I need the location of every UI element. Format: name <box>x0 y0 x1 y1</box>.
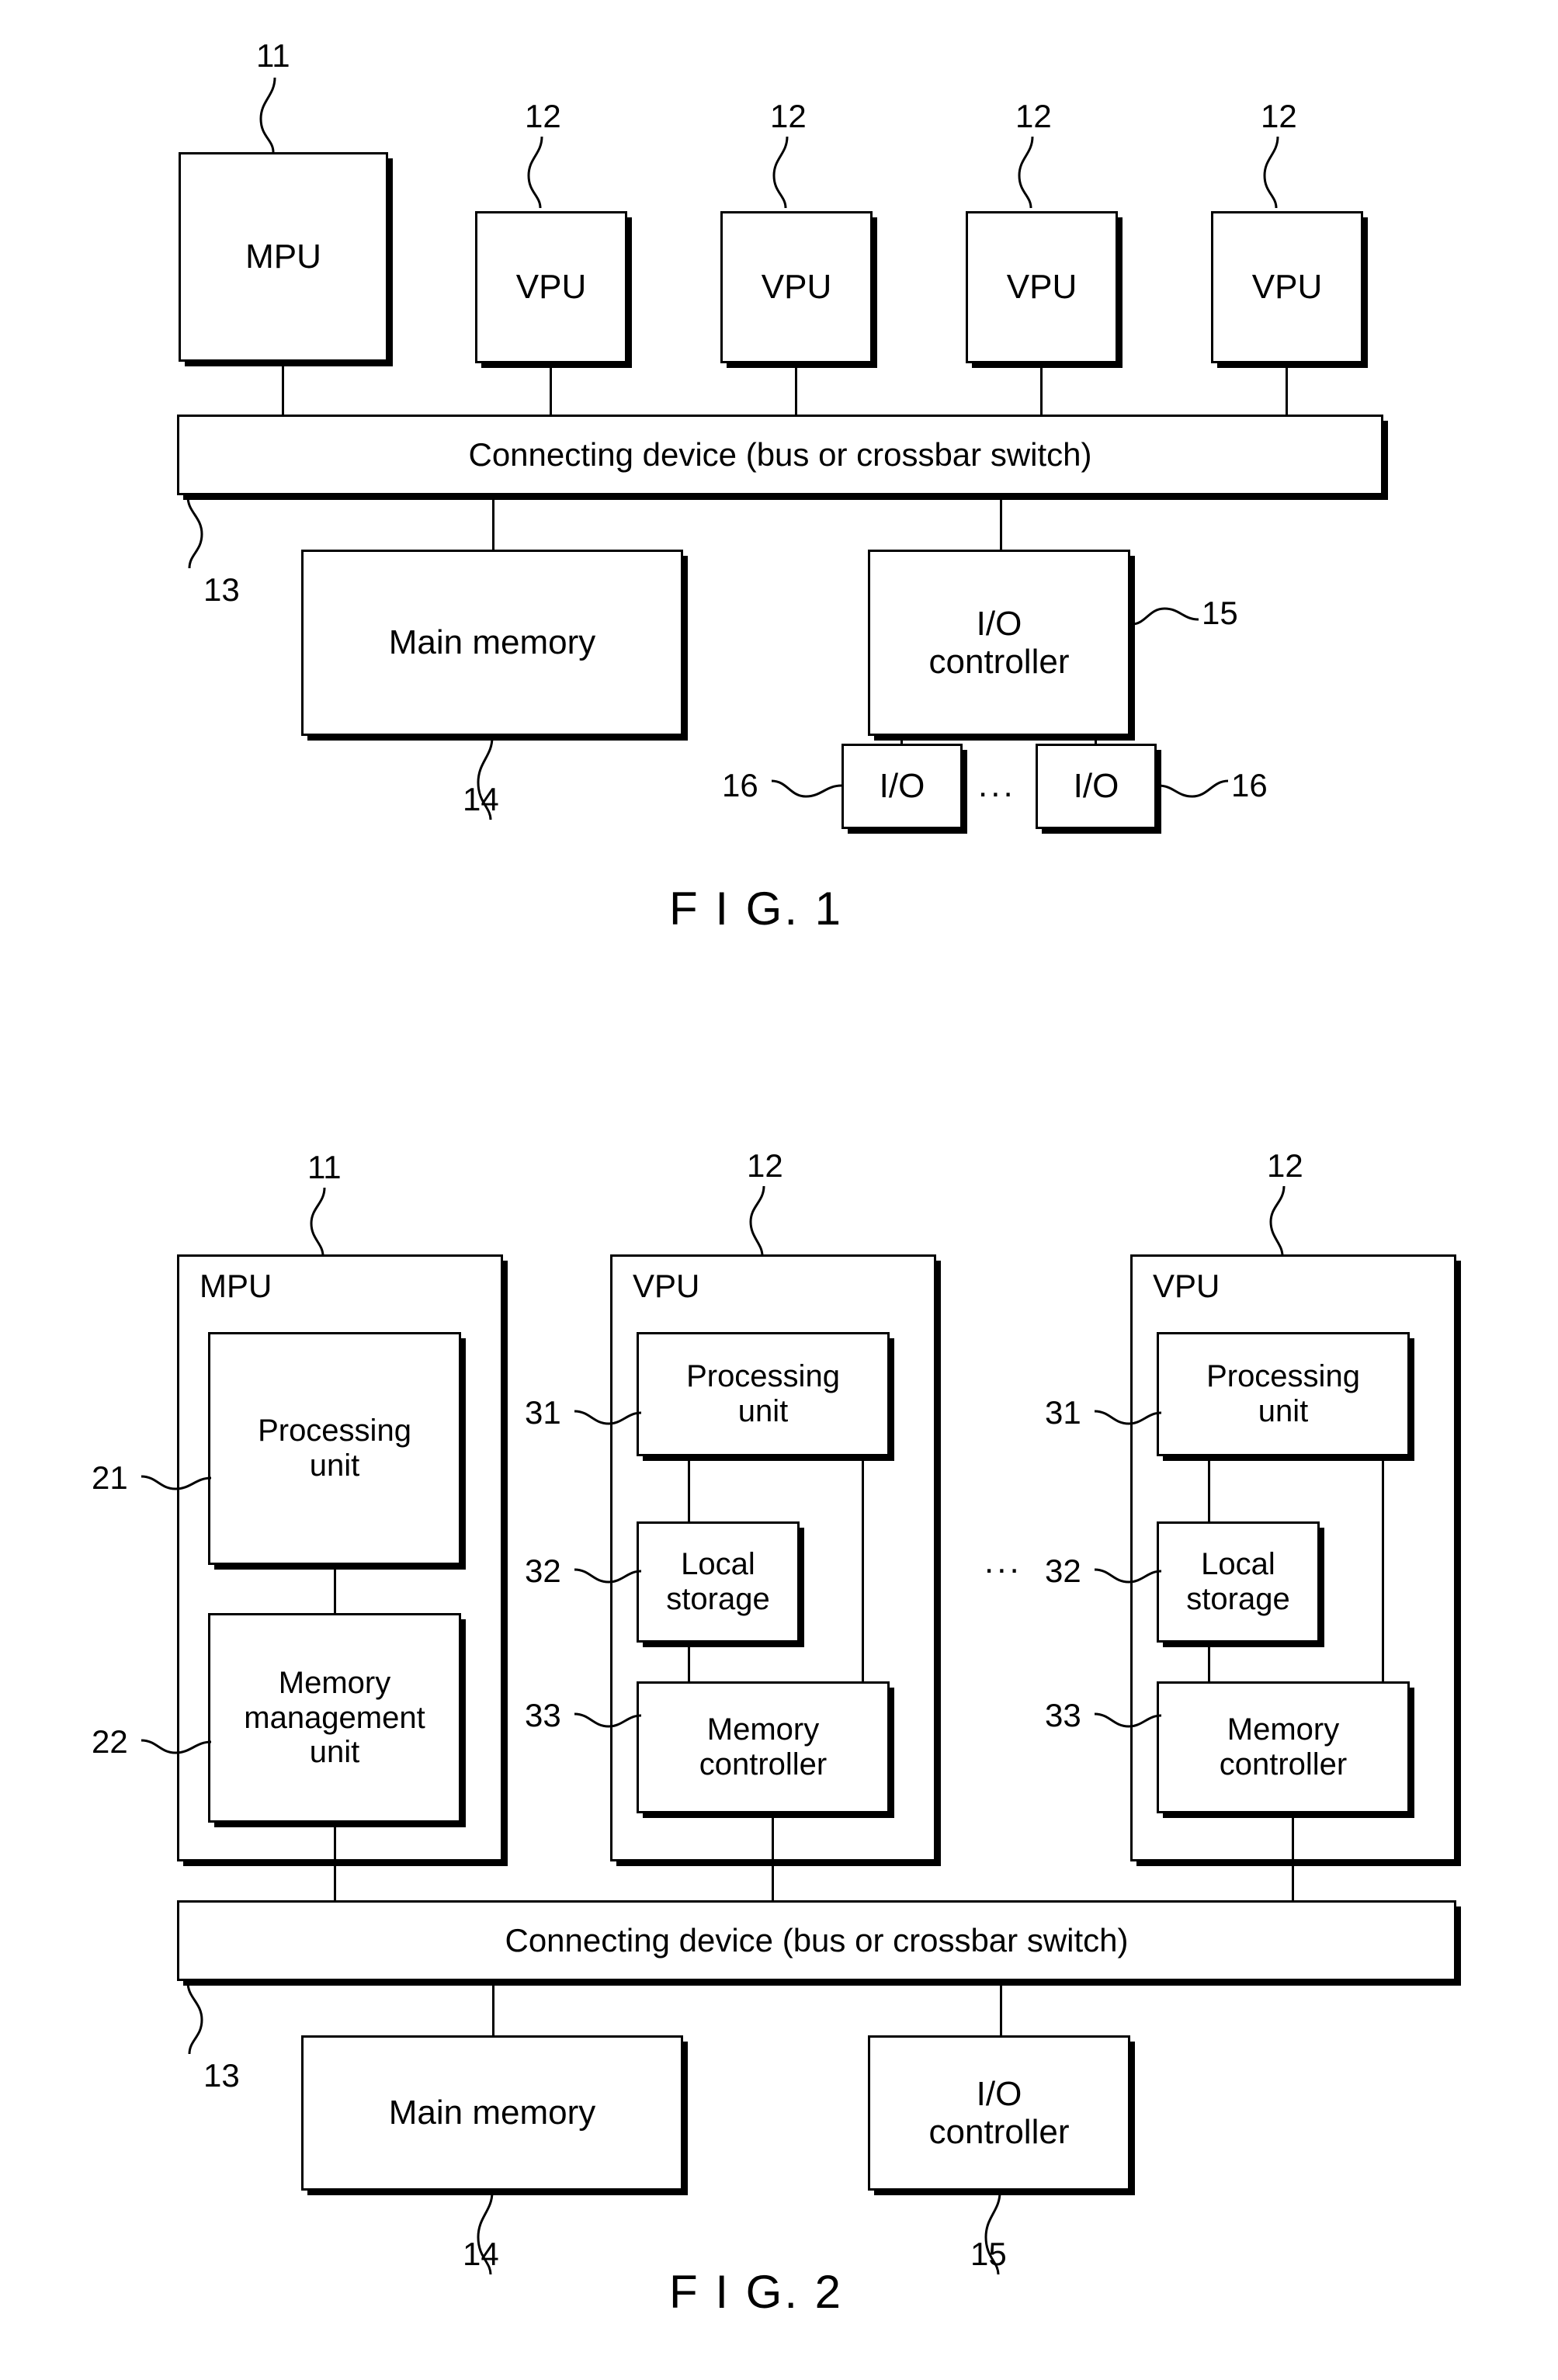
ref-numeral-33-fig2-b: 33 <box>1045 1697 1081 1733</box>
fig2-vpu-1-memory-controller[interactable]: Memory controller <box>637 1681 890 1813</box>
leader-line-22-fig2 <box>141 1739 212 1754</box>
fig2-mpu-bus-wire <box>334 1823 336 1900</box>
fig2-mpu-processing-unit[interactable]: Processing unit <box>208 1332 461 1565</box>
fig2-main-memory[interactable]: Main memory <box>301 2035 683 2191</box>
fig2-vpu-1-memory-controller-line2: controller <box>699 1747 828 1782</box>
leader-line-12-fig2-a <box>749 1185 765 1257</box>
ref-numeral-11-fig2: 11 <box>307 1149 342 1185</box>
ref-numeral-21-fig2: 21 <box>92 1459 128 1496</box>
figure-2: 11 12 12 MPU Processing unit 21 Memory m… <box>0 0 1558 2380</box>
fig2-vpu-2-memory-controller-line2: controller <box>1219 1747 1348 1782</box>
fig2-vpu-2-local-storage-line2: storage <box>1186 1582 1290 1616</box>
fig2-vpu-2-local-storage-line1: Local <box>1201 1547 1275 1582</box>
fig2-vpu-2-processing-unit[interactable]: Processing unit <box>1157 1332 1410 1456</box>
fig2-vpu-2-pu-mc-wire <box>1382 1456 1384 1681</box>
fig2-vpu-1-title: VPU <box>633 1268 700 1304</box>
fig2-vpu-1-processing-unit-line1: Processing <box>686 1359 840 1394</box>
fig2-vpu-1-local-storage[interactable]: Local storage <box>637 1521 800 1643</box>
fig2-mpu-internal-wire <box>334 1565 336 1613</box>
leader-line-11-fig2 <box>310 1187 326 1257</box>
fig2-io-controller-label-line1: I/O <box>976 2074 1022 2113</box>
leader-line-32-fig2-b <box>1094 1568 1162 1584</box>
fig2-vpu-2-pu-ls-wire <box>1208 1456 1210 1521</box>
fig2-vpu-1-pu-mc-wire <box>862 1456 864 1681</box>
fig2-vpu-1-processing-unit[interactable]: Processing unit <box>637 1332 890 1456</box>
fig2-mpu-mmu-line1: Memory <box>278 1665 391 1700</box>
fig2-vpu-1-pu-ls-wire <box>688 1456 690 1521</box>
leader-line-31-fig2-b <box>1094 1410 1162 1425</box>
leader-line-13-fig2 <box>186 1982 203 2055</box>
fig2-mpu-processing-unit-line1: Processing <box>258 1414 411 1448</box>
fig2-caption: F I G. 2 <box>669 2266 844 2318</box>
fig2-io-controller-label-line2: controller <box>928 2113 1070 2151</box>
fig2-mpu-processing-unit-line2: unit <box>309 1448 360 1483</box>
fig2-vpu-2-processing-unit-line1: Processing <box>1206 1359 1360 1394</box>
ref-numeral-13-fig2: 13 <box>203 2057 240 2094</box>
fig2-iocontroller-bus-wire <box>1000 1981 1002 2035</box>
ref-numeral-22-fig2: 22 <box>92 1723 128 1760</box>
fig2-vpu-2-title: VPU <box>1153 1268 1220 1304</box>
ref-numeral-15-fig2: 15 <box>970 2236 1007 2272</box>
fig2-mpu-title: MPU <box>200 1268 272 1304</box>
fig2-connecting-device[interactable]: Connecting device (bus or crossbar switc… <box>177 1900 1456 1981</box>
fig2-vpu-2-ls-mc-wire <box>1208 1643 1210 1681</box>
ref-numeral-32-fig2-b: 32 <box>1045 1553 1081 1589</box>
ref-numeral-12-fig2-b: 12 <box>1267 1147 1303 1184</box>
fig2-vpu-1-local-storage-line1: Local <box>681 1547 755 1582</box>
fig2-vpu-2-bus-wire <box>1292 1813 1294 1900</box>
fig2-vpu-2-memory-controller-line1: Memory <box>1227 1712 1340 1747</box>
fig2-vpu-2-processing-unit-line2: unit <box>1258 1394 1309 1428</box>
ref-numeral-12-fig2-a: 12 <box>747 1147 783 1184</box>
leader-line-33-fig2-b <box>1094 1712 1162 1728</box>
fig2-vpu-1-memory-controller-line1: Memory <box>706 1712 820 1747</box>
fig2-mainmemory-bus-wire <box>492 1981 494 2035</box>
fig2-vpu-1-ls-mc-wire <box>688 1643 690 1681</box>
fig2-vpu-1-processing-unit-line2: unit <box>737 1394 789 1428</box>
fig2-vpu-ellipsis: ... <box>984 1542 1022 1580</box>
fig2-vpu-2-memory-controller[interactable]: Memory controller <box>1157 1681 1410 1813</box>
ref-numeral-32-fig2-a: 32 <box>525 1553 561 1589</box>
fig2-vpu-1-local-storage-line2: storage <box>666 1582 770 1616</box>
fig2-io-controller[interactable]: I/O controller <box>868 2035 1130 2191</box>
ref-numeral-31-fig2-b: 31 <box>1045 1394 1081 1431</box>
fig2-mpu-mmu-line2: management <box>244 1700 425 1735</box>
fig2-main-memory-label: Main memory <box>388 2094 596 2132</box>
fig2-vpu-2-local-storage[interactable]: Local storage <box>1157 1521 1320 1643</box>
ref-numeral-14-fig2: 14 <box>463 2236 499 2272</box>
ref-numeral-31-fig2-a: 31 <box>525 1394 561 1431</box>
leader-line-32-fig2-a <box>574 1568 642 1584</box>
fig2-mpu-memory-management-unit[interactable]: Memory management unit <box>208 1613 461 1823</box>
leader-line-33-fig2-a <box>574 1712 642 1728</box>
leader-line-12-fig2-b <box>1269 1185 1286 1257</box>
fig2-mpu-mmu-line3: unit <box>309 1735 360 1770</box>
leader-line-31-fig2-a <box>574 1410 642 1425</box>
fig2-vpu-1-bus-wire <box>772 1813 774 1900</box>
leader-line-21-fig2 <box>141 1475 212 1490</box>
ref-numeral-33-fig2-a: 33 <box>525 1697 561 1733</box>
fig2-connecting-device-label: Connecting device (bus or crossbar switc… <box>505 1922 1129 1959</box>
